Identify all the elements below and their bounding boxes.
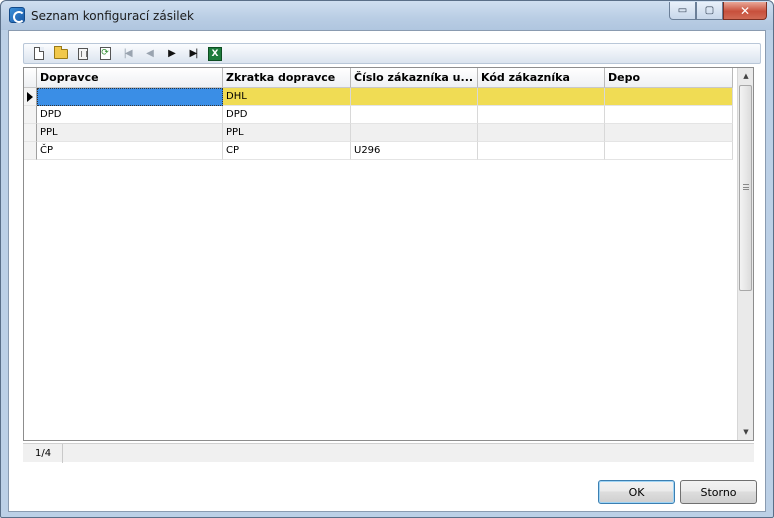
app-icon [9, 7, 25, 23]
delete-button[interactable] [72, 45, 94, 63]
table-cell[interactable] [351, 88, 478, 106]
table-cell[interactable]: PPL [37, 124, 223, 142]
table-cell[interactable]: DPD [37, 106, 223, 124]
table-row[interactable]: ČP CP U296 [24, 142, 733, 160]
minimize-icon: ▭ [677, 5, 688, 16]
close-icon: ✕ [739, 3, 751, 18]
open-button[interactable] [50, 45, 72, 63]
last-record-button[interactable]: ▶| [182, 45, 204, 63]
table-cell[interactable] [605, 88, 733, 106]
table-cell[interactable]: CP [223, 142, 351, 160]
table-cell[interactable]: PPL [223, 124, 351, 142]
table-cell[interactable] [605, 142, 733, 160]
table-cell[interactable]: U296 [351, 142, 478, 160]
column-header-zkratka[interactable]: Zkratka dopravce [223, 68, 351, 88]
refresh-button[interactable]: ⟳ [94, 45, 116, 63]
table-row[interactable]: DPD DPD [24, 106, 733, 124]
toolbar: ⟳ |◀ ◀ ▶ ▶| X [23, 43, 761, 64]
table-cell[interactable] [478, 124, 605, 142]
title-bar[interactable]: Seznam konfigurací zásilek ▭ ▢ ✕ [1, 1, 773, 30]
table-cell[interactable]: ČP [37, 142, 223, 160]
header-row-indicator [24, 68, 37, 88]
grip-icon [743, 184, 749, 190]
new-document-icon [34, 47, 44, 60]
table-cell[interactable] [478, 88, 605, 106]
table-cell[interactable]: DHL [223, 88, 351, 106]
grid-header: Dopravce Zkratka dopravce Číslo zákazník… [24, 68, 733, 88]
column-header-depo[interactable]: Depo [605, 68, 733, 88]
table-cell[interactable] [605, 124, 733, 142]
previous-record-button[interactable]: ◀ [138, 45, 160, 63]
excel-export-icon: X [208, 46, 222, 61]
first-record-button[interactable]: |◀ [116, 45, 138, 63]
next-record-icon: ▶ [168, 47, 176, 59]
current-row-arrow-icon [27, 92, 33, 102]
data-grid[interactable]: Dopravce Zkratka dopravce Číslo zákazník… [23, 67, 754, 441]
close-button[interactable]: ✕ [723, 2, 767, 20]
minimize-button[interactable]: ▭ [669, 2, 696, 20]
column-header-cislo-zakaznika[interactable]: Číslo zákazníka u... [351, 68, 478, 88]
table-row[interactable]: PPL PPL [24, 124, 733, 142]
window-title: Seznam konfigurací zásilek [31, 9, 194, 23]
ok-button[interactable]: OK [598, 480, 675, 504]
previous-record-icon: ◀ [146, 47, 154, 59]
vertical-scrollbar[interactable]: ▲ ▼ [737, 68, 753, 440]
table-cell[interactable] [478, 142, 605, 160]
status-bar: 1/4 [23, 443, 754, 463]
refresh-icon: ⟳ [99, 47, 111, 60]
maximize-button[interactable]: ▢ [696, 2, 723, 20]
excel-export-button[interactable]: X [204, 45, 226, 63]
delete-icon [78, 47, 88, 60]
row-indicator [24, 88, 37, 106]
table-cell[interactable] [351, 124, 478, 142]
row-indicator [24, 142, 37, 160]
scroll-down-icon[interactable]: ▼ [738, 424, 753, 440]
table-cell[interactable] [37, 88, 223, 106]
dialog-client-area: ⟳ |◀ ◀ ▶ ▶| X Dopravce Zkratka dopravce … [8, 30, 766, 512]
column-header-kod-zakaznika[interactable]: Kód zákazníka [478, 68, 605, 88]
caption-buttons: ▭ ▢ ✕ [669, 2, 767, 20]
new-button[interactable] [28, 45, 50, 63]
table-cell[interactable] [351, 106, 478, 124]
row-indicator [24, 124, 37, 142]
table-cell[interactable] [605, 106, 733, 124]
dialog-window: Seznam konfigurací zásilek ▭ ▢ ✕ ⟳ |◀ ◀ … [0, 0, 774, 518]
last-record-icon: ▶| [189, 47, 198, 59]
next-record-button[interactable]: ▶ [160, 45, 182, 63]
scroll-thumb[interactable] [739, 85, 752, 291]
scroll-up-icon[interactable]: ▲ [738, 68, 753, 84]
column-header-dopravce[interactable]: Dopravce [37, 68, 223, 88]
table-cell[interactable]: DPD [223, 106, 351, 124]
open-folder-icon [54, 45, 68, 59]
record-position: 1/4 [23, 444, 63, 463]
maximize-icon: ▢ [704, 5, 715, 16]
table-row[interactable]: DHL [24, 88, 733, 106]
row-indicator [24, 106, 37, 124]
cancel-button[interactable]: Storno [680, 480, 757, 504]
table-cell[interactable] [478, 106, 605, 124]
first-record-icon: |◀ [123, 47, 132, 59]
